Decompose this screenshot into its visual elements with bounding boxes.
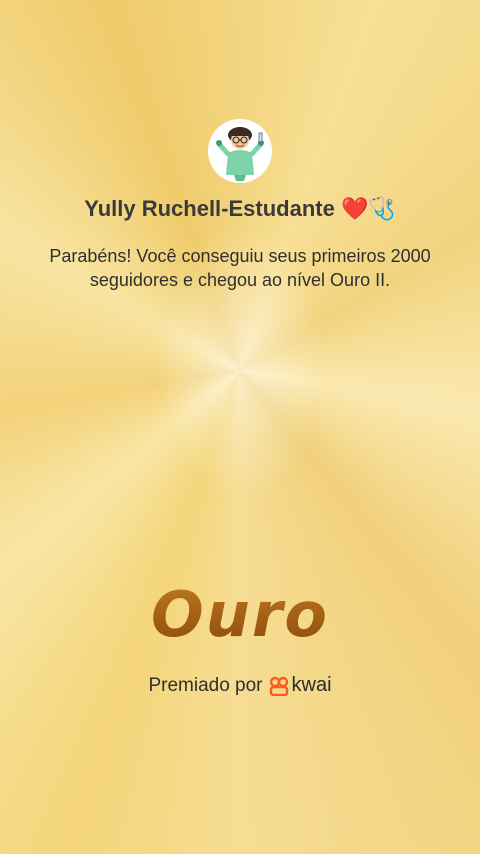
- username: Yully Ruchell-Estudante ❤️🩺: [84, 196, 396, 221]
- nurse-character-avatar-icon: [208, 119, 272, 183]
- kwai-wordmark: kwai: [291, 674, 332, 696]
- kwai-logo-icon: [269, 676, 288, 696]
- awarded-by-label: Premiado por: [148, 674, 263, 696]
- level-title: Ouro: [0, 578, 480, 651]
- awarded-by: Premiado por kwai: [0, 674, 480, 697]
- kwai-brand[interactable]: kwai: [269, 674, 332, 697]
- avatar[interactable]: [208, 119, 272, 183]
- congratulations-message: Parabéns! Você conseguiu seus primeiros …: [49, 246, 431, 290]
- achievement-screen: Yully Ruchell-Estudante ❤️🩺 Parabéns! Vo…: [0, 0, 480, 854]
